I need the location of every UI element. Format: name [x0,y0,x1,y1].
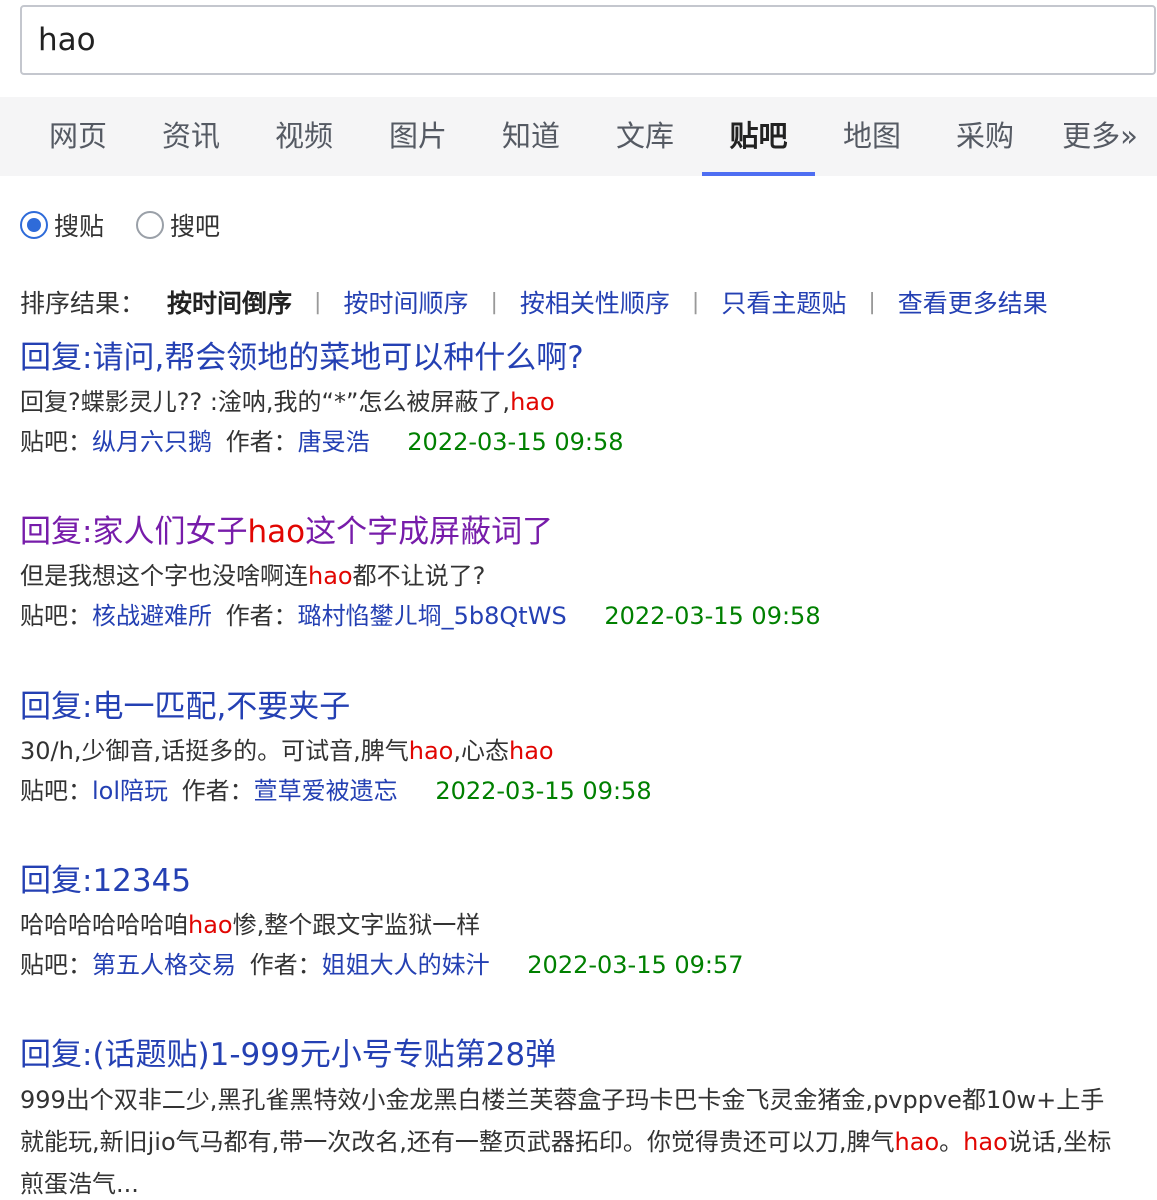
highlight-keyword: hao [408,737,454,765]
sort-current: 按时间倒序 [167,289,293,318]
highlight-keyword: hao [188,911,233,939]
tab-more[interactable]: 更多» [1060,97,1140,176]
highlight-keyword: hao [508,737,554,765]
highlight-keyword: hao [308,562,353,590]
search-input[interactable] [22,7,1154,73]
search-tabs: 网页 资讯 视频 图片 知道 文库 贴吧 地图 采购 更多» [0,97,1157,176]
sort-prefix: 排序结果： [20,289,146,318]
result-meta: 贴吧：核战避难所 作者：璐村惂鐢ㄦ埛_5b8QtWS 2022-03-15 09… [20,596,821,636]
bar-label: 贴吧： [20,777,92,805]
result-meta: 贴吧：第五人格交易 作者：姐姐大人的妹汁 2022-03-15 09:57 [20,945,744,985]
author-link[interactable]: 璐村惂鐢ㄦ埛_5b8QtWS [298,602,567,630]
sort-separator: | [868,289,876,315]
result-meta: 贴吧：纵月六只鹅 作者：唐旻浩 2022-03-15 09:58 [20,422,624,462]
radio-label-bars: 搜吧 [170,212,221,241]
result-abstract: 哈哈哈哈哈哈咱hao惨,整个跟文字监狱一样 [20,905,744,945]
result-abstract: 999出个双非二少,黑孔雀黑特效小金龙黑白楼兰芙蓉盒子玛卡巴卡金飞灵金猪金,pv… [20,1079,1120,1200]
post-time: 2022-03-15 09:58 [407,428,624,456]
bar-link[interactable]: 纵月六只鹅 [92,428,212,456]
tab-map[interactable]: 地图 [842,97,902,176]
radio-search-posts[interactable]: 搜贴 [20,207,104,243]
sort-by-relevance[interactable]: 按相关性顺序 [520,284,670,320]
radio-search-bars[interactable]: 搜吧 [136,207,220,243]
abstract-text: 但是我想这个字也没啥啊连 [20,562,308,590]
abstract-text: ,心态 [453,737,509,765]
author-label: 作者： [181,777,254,805]
result-abstract: 30/h,少御音,话挺多的。可试音,脾气hao,心态hao [20,731,652,771]
result-item: 回复:12345 哈哈哈哈哈哈咱hao惨,整个跟文字监狱一样 贴吧：第五人格交易… [20,861,744,985]
tab-webpage[interactable]: 网页 [48,97,108,176]
highlight-keyword: hao [963,1128,1008,1156]
post-time: 2022-03-15 09:58 [435,777,652,805]
title-text: 这个字成屏蔽词了 [305,514,554,550]
tab-video[interactable]: 视频 [274,97,334,176]
tab-tieba[interactable]: 贴吧 [702,97,815,176]
bar-link[interactable]: lol陪玩 [92,777,168,805]
sort-main-posts-only[interactable]: 只看主题贴 [721,284,846,320]
abstract-text: 都不让说了? [352,562,486,590]
sort-by-time-asc[interactable]: 按时间顺序 [343,284,468,320]
abstract-text: 哈哈哈哈哈哈咱 [20,911,188,939]
result-title-link[interactable]: 回复:电一匹配,不要夹子 [20,687,652,727]
author-label: 作者： [225,428,298,456]
sort-separator: | [490,289,498,315]
post-time: 2022-03-15 09:58 [604,602,821,630]
bar-label: 贴吧： [20,428,92,456]
result-abstract: 回复?蝶影灵儿?? :淦呐,我的“*”怎么被屏蔽了,hao [20,382,624,422]
abstract-text: 惨,整个跟文字监狱一样 [232,911,481,939]
highlight-keyword: hao [247,514,306,550]
bar-link[interactable]: 核战避难所 [92,602,212,630]
highlight-keyword: hao [510,388,555,416]
bar-label: 贴吧： [20,602,92,630]
result-item: 回复:(话题贴)1-999元小号专贴第28弹 999出个双非二少,黑孔雀黑特效小… [20,1035,1120,1200]
abstract-text: 。 [939,1128,964,1156]
result-title-link[interactable]: 回复:请问,帮会领地的菜地可以种什么啊? [20,338,624,378]
result-item: 回复:请问,帮会领地的菜地可以种什么啊? 回复?蝶影灵儿?? :淦呐,我的“*”… [20,338,624,462]
result-item: 回复:家人们女子hao这个字成屏蔽词了 但是我想这个字也没啥啊连hao都不让说了… [20,512,821,636]
highlight-keyword: hao [894,1128,940,1156]
radio-label-posts: 搜贴 [54,212,105,241]
bar-link[interactable]: 第五人格交易 [92,951,236,979]
author-link[interactable]: 唐旻浩 [298,428,370,456]
radio-unchecked-icon[interactable] [136,211,165,239]
search-mode-radios: 搜贴 搜吧 [20,205,252,245]
sort-separator: | [691,289,700,315]
radio-checked-icon[interactable] [20,211,48,239]
author-link[interactable]: 姐姐大人的妹汁 [322,951,490,979]
author-label: 作者： [249,951,322,979]
author-label: 作者： [225,602,298,630]
abstract-text: 回复?蝶影灵儿?? :淦呐,我的“*”怎么被屏蔽了, [20,388,511,416]
title-text: 回复:家人们女子 [20,514,248,550]
tab-caigou[interactable]: 采购 [955,97,1015,176]
bar-label: 贴吧： [20,951,92,979]
author-link[interactable]: 萱草爱被遗忘 [254,777,398,805]
result-meta: 贴吧：lol陪玩 作者：萱草爱被遗忘 2022-03-15 09:58 [20,771,652,811]
abstract-text: 30/h,少御音,话挺多的。可试音,脾气 [20,737,409,765]
post-time: 2022-03-15 09:57 [527,951,744,979]
result-title-link[interactable]: 回复:家人们女子hao这个字成屏蔽词了 [20,512,821,552]
sort-more-results[interactable]: 查看更多结果 [898,284,1048,320]
tab-zhidao[interactable]: 知道 [501,97,561,176]
search-box[interactable] [20,5,1156,75]
result-title-link[interactable]: 回复:12345 [20,861,744,901]
tab-news[interactable]: 资讯 [161,97,221,176]
sort-options: 排序结果： 按时间倒序 | 按时间顺序 | 按相关性顺序 | 只看主题贴 | 查… [20,283,1048,321]
result-title-link[interactable]: 回复:(话题贴)1-999元小号专贴第28弹 [20,1035,1120,1075]
result-abstract: 但是我想这个字也没啥啊连hao都不让说了? [20,556,821,596]
result-item: 回复:电一匹配,不要夹子 30/h,少御音,话挺多的。可试音,脾气hao,心态h… [20,687,652,811]
sort-separator: | [314,289,322,315]
tab-wenku[interactable]: 文库 [615,97,675,176]
tab-images[interactable]: 图片 [388,97,448,176]
